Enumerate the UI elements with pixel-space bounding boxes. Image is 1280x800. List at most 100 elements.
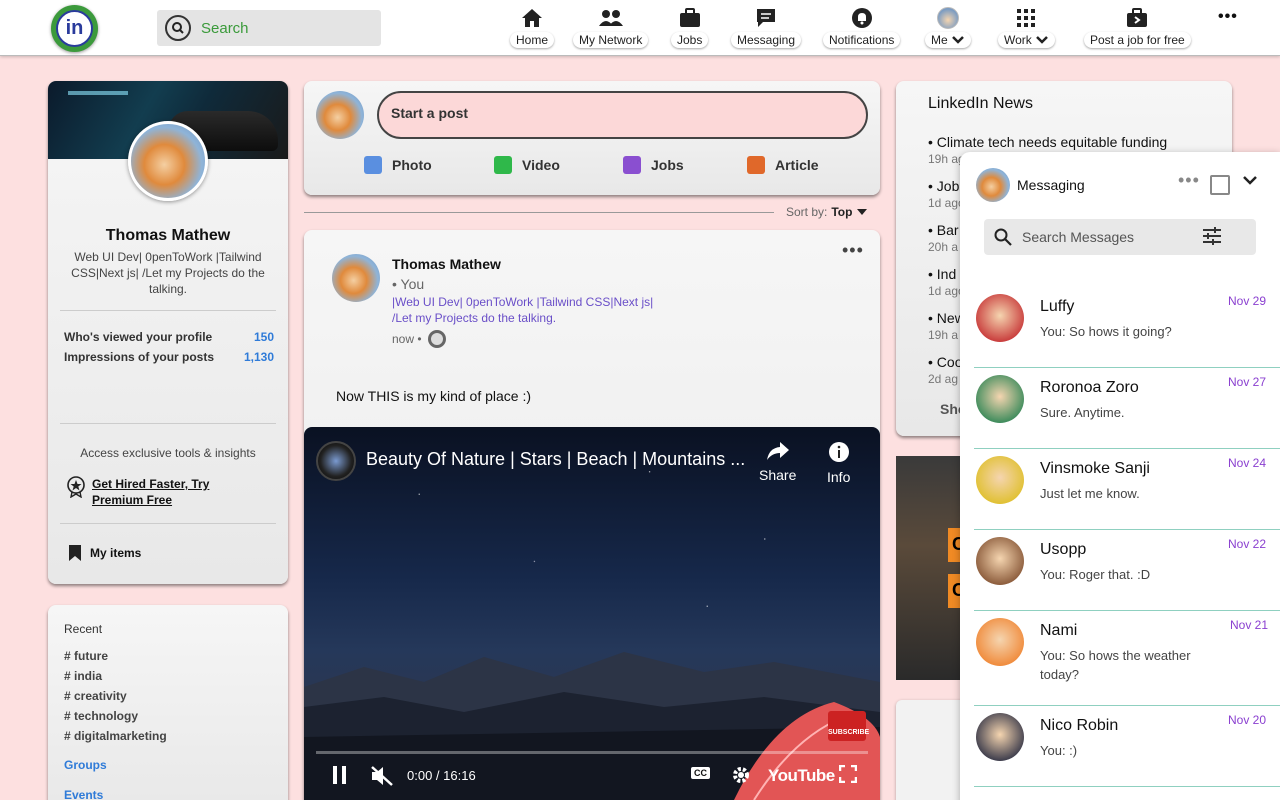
nav-notifications[interactable]: Notifications bbox=[823, 4, 901, 52]
profile-headline: Web UI Dev| 0penToWork |Tailwind CSS|Nex… bbox=[71, 250, 265, 296]
mute-button[interactable] bbox=[370, 765, 394, 790]
messaging-search-input[interactable] bbox=[1022, 229, 1192, 245]
stat-value: 1,130 bbox=[243, 350, 274, 364]
video-progress-bar[interactable] bbox=[316, 751, 868, 754]
conversation-item[interactable]: Usopp You: Roger that. :D Nov 22 bbox=[974, 531, 1280, 611]
jobs-button[interactable]: Jobs bbox=[623, 156, 684, 174]
nav-home[interactable]: Home bbox=[510, 4, 555, 52]
video-info-button[interactable]: Info bbox=[827, 441, 850, 485]
feed-post: Thomas Mathew • You |Web UI Dev| 0penToW… bbox=[304, 230, 880, 800]
post-more-button[interactable]: ••• bbox=[842, 240, 864, 261]
nav-notifications-label: Notifications bbox=[823, 32, 901, 48]
photo-button[interactable]: Photo bbox=[364, 156, 432, 174]
top-navbar: in Home My Network Jobs Messaging Notifi… bbox=[0, 0, 1280, 56]
subscribe-button[interactable]: SUBSCRIBE bbox=[828, 711, 869, 741]
stat-impressions[interactable]: Impressions of your posts 1,130 bbox=[64, 347, 274, 367]
start-post-card: Start a post Photo Video Jobs Article bbox=[304, 81, 880, 195]
post-author[interactable]: Thomas Mathew bbox=[392, 256, 501, 272]
article-button[interactable]: Article bbox=[747, 156, 819, 174]
conversation-item[interactable]: Nico Robin You: :) Nov 20 bbox=[974, 707, 1280, 787]
post-actions: Photo Video Jobs Article bbox=[304, 156, 880, 180]
briefcase-arrow-icon bbox=[1126, 6, 1148, 30]
search-bar[interactable] bbox=[157, 10, 381, 46]
briefcase-icon bbox=[679, 6, 701, 30]
profile-avatar[interactable] bbox=[128, 121, 208, 201]
nav-jobs-label: Jobs bbox=[671, 32, 709, 48]
pause-button[interactable] bbox=[331, 765, 349, 788]
post-you-label: • You bbox=[392, 276, 425, 292]
conversation-item[interactable]: Nami You: So hows the weather today? Nov 2… bbox=[974, 612, 1280, 706]
avatar[interactable] bbox=[332, 254, 380, 302]
news-item[interactable]: • Bar 20h a bbox=[928, 222, 959, 254]
nav-messaging[interactable]: Messaging bbox=[731, 4, 802, 52]
avatar[interactable] bbox=[316, 91, 364, 139]
sort-dropdown[interactable]: Sort by: Top bbox=[786, 205, 868, 219]
divider bbox=[60, 523, 276, 524]
conversation-date: Nov 29 bbox=[1228, 294, 1267, 308]
premium-link[interactable]: Get Hired Faster, Try Premium Free bbox=[66, 476, 232, 508]
filter-icon[interactable] bbox=[1202, 227, 1222, 245]
nav-jobs[interactable]: Jobs bbox=[671, 4, 709, 52]
people-icon bbox=[598, 6, 624, 30]
conversation-name: Usopp bbox=[1040, 541, 1087, 558]
globe-icon bbox=[427, 330, 446, 348]
open-external-icon[interactable] bbox=[1210, 175, 1230, 195]
hashtag-link[interactable]: # creativity bbox=[64, 686, 167, 706]
home-icon bbox=[521, 6, 543, 30]
groups-link[interactable]: Groups bbox=[64, 758, 107, 772]
cc-button[interactable]: CC bbox=[691, 767, 710, 779]
messaging-search[interactable] bbox=[984, 219, 1256, 255]
search-input[interactable] bbox=[201, 19, 371, 37]
my-items-button[interactable]: My items bbox=[68, 544, 141, 562]
hashtag-link[interactable]: # digitalmarketing bbox=[64, 726, 167, 746]
youtube-logo[interactable]: YouTube bbox=[768, 766, 835, 786]
premium-text: Access exclusive tools & insights bbox=[80, 446, 256, 460]
stat-profile-views[interactable]: Who's viewed your profile 150 bbox=[64, 327, 274, 347]
fullscreen-button[interactable] bbox=[838, 764, 858, 786]
video-title[interactable]: Beauty Of Nature | Stars | Beach | Mount… bbox=[366, 449, 756, 470]
sort-value: Top bbox=[831, 205, 853, 219]
avatar bbox=[976, 294, 1024, 342]
nav-me[interactable]: Me bbox=[925, 4, 971, 52]
photo-icon bbox=[364, 156, 382, 174]
hashtag-link[interactable]: # future bbox=[64, 646, 167, 666]
recent-tags: # future # india # creativity # technolo… bbox=[64, 646, 167, 746]
conversation-item[interactable]: Roronoa Zoro Sure. Anytime. Nov 27 bbox=[974, 369, 1280, 449]
profile-name[interactable]: Thomas Mathew bbox=[48, 227, 288, 245]
stat-value: 150 bbox=[253, 330, 274, 344]
settings-button[interactable] bbox=[731, 765, 751, 788]
video-button[interactable]: Video bbox=[494, 156, 560, 174]
conversation-item[interactable]: Luffy You: So hows it going? Nov 29 bbox=[974, 288, 1280, 368]
messaging-title[interactable]: Messaging bbox=[1017, 177, 1085, 193]
jobs-label: Jobs bbox=[651, 157, 684, 173]
video-time: 0:00 / 16:16 bbox=[407, 768, 476, 783]
muted-speaker-icon bbox=[371, 766, 393, 786]
more-menu-button[interactable]: ••• bbox=[1218, 8, 1238, 26]
stat-label: Impressions of your posts bbox=[64, 350, 215, 364]
start-post-button[interactable]: Start a post bbox=[377, 91, 868, 139]
divider bbox=[60, 423, 276, 424]
channel-avatar[interactable] bbox=[316, 441, 356, 481]
nav-post-job[interactable]: Post a job for free bbox=[1084, 4, 1191, 52]
hashtag-link[interactable]: # technology bbox=[64, 706, 167, 726]
avatar bbox=[976, 618, 1024, 666]
conversation-name: Luffy bbox=[1040, 298, 1075, 315]
collapse-button[interactable] bbox=[1242, 174, 1258, 192]
logo-text: in bbox=[56, 10, 93, 47]
nav-my-network[interactable]: My Network bbox=[573, 4, 649, 52]
info-label: Info bbox=[827, 469, 851, 485]
conversation-item[interactable]: Vinsmoke Sanji Just let me know. Nov 24 bbox=[974, 450, 1280, 530]
video-label: Video bbox=[522, 157, 560, 173]
news-item[interactable]: • Coo 2d ag bbox=[928, 354, 962, 386]
events-link[interactable]: Events bbox=[64, 788, 103, 800]
logo[interactable]: in bbox=[51, 5, 98, 52]
hashtag-link[interactable]: # india bbox=[64, 666, 167, 686]
video-player[interactable]: Beauty Of Nature | Stars | Beach | Mount… bbox=[304, 427, 880, 800]
avatar[interactable] bbox=[976, 168, 1010, 202]
messaging-more-button[interactable]: ••• bbox=[1178, 170, 1200, 191]
video-share-button[interactable]: Share bbox=[759, 441, 796, 483]
post-author-headline: |Web UI Dev| 0penToWork |Tailwind CSS|Ne… bbox=[392, 295, 654, 325]
nav-work[interactable]: Work bbox=[998, 4, 1055, 52]
conversation-last-message: You: So hows it going? bbox=[1040, 324, 1172, 339]
conversation-last-message: You: :) bbox=[1040, 743, 1078, 758]
